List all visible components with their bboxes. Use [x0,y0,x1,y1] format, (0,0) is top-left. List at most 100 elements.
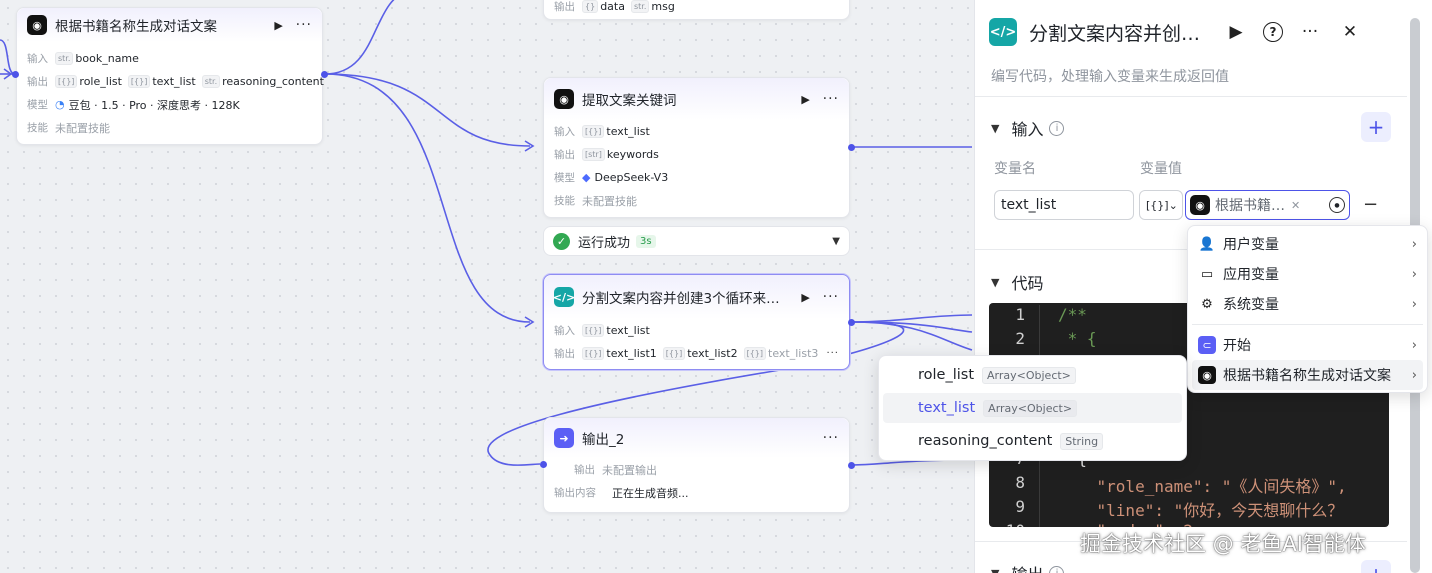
option-name: text_list [918,400,976,416]
folder-icon: ▭ [1200,266,1214,282]
clear-icon[interactable]: ✕ [1291,199,1300,212]
skill-label: 技能 [554,195,575,207]
input-tag: [{}] text_list [582,324,650,337]
code-icon: </> [989,18,1017,46]
option-name: role_list [918,367,975,383]
node-title: 分割文案内容并创建3个循环来… [582,291,780,307]
variable-option[interactable]: text_list Array<Object> [883,393,1182,423]
output-tag: [{}] role_list [55,75,122,88]
var-type-select[interactable]: [{}] ⌄ [1139,190,1183,220]
output-value: 未配置输出 [602,463,657,477]
menu-item-label: 用户变量 [1223,237,1279,253]
code-line: 9 "line": "你好，今天想聊什么？ [989,497,1389,521]
variable-source-menu: 👤 用户变量 › ▭ 应用变量 › ⚙ 系统变量 › ⊂ 开始 › ◉ 根据书籍名称生成对话文案 › [1187,225,1428,393]
node-split-text[interactable]: </> 分割文案内容并创建3个循环来… ▶ ··· 输入 [{}] text_lis… [543,274,850,370]
model-label: 模型 [27,99,48,111]
menu-item[interactable]: ▭ 应用变量 › [1192,259,1423,289]
info-icon: i [1049,565,1065,573]
more-icon[interactable]: ··· [296,17,312,33]
llm-icon: ◉ [1190,195,1210,215]
code-line: 8 "role_name": "《人间失格》", [989,473,1389,497]
llm-icon: ◉ [27,15,47,35]
more-icon[interactable]: ··· [823,430,839,446]
run-status-bar[interactable]: ✓ 运行成功 3s ▼ [543,226,850,256]
output-tag: [str] keywords [582,148,659,161]
code-line: 10 "order": 2 [989,521,1389,527]
add-output-button[interactable]: + [1361,560,1391,573]
node-title: 输出_2 [582,432,625,448]
node-output-2[interactable]: ➜ 输出_2 ··· 输出 未配置输出 输出内容 正在生成音频... [543,417,850,513]
menu-item[interactable]: 👤 用户变量 › [1192,229,1423,259]
line-number: 8 [1015,473,1025,492]
menu-item-label: 应用变量 [1223,267,1279,283]
menu-item-label: 系统变量 [1223,297,1279,313]
output-section-header[interactable]: ▼输出i [991,561,1065,573]
input-port[interactable] [12,71,19,78]
menu-item-label: 开始 [1223,338,1251,354]
output-port[interactable] [848,319,855,326]
menu-item[interactable]: ⊂ 开始 › [1192,330,1423,360]
code-icon: </> [553,287,575,307]
node-partial-top[interactable]: 输出 {} data str. msg [543,0,850,20]
input-port[interactable] [540,461,547,468]
play-icon[interactable]: ▶ [799,290,813,304]
chevron-down-icon: ▼ [991,121,1000,135]
model-value: 豆包 · 1.5 · Pro · 深度思考 · 128K [68,98,240,112]
more-icon[interactable]: ··· [823,91,839,107]
panel-header: </> 分割文案内容并创… ▶ ? ··· ✕ [989,16,1412,48]
chevron-right-icon: › [1411,296,1417,312]
info-icon: i [1049,120,1065,136]
var-value-reference[interactable]: ◉ 根据书籍… ✕ ● [1185,190,1350,220]
more-icon[interactable]: ··· [1297,19,1323,45]
deepseek-icon: ◆ [582,171,591,184]
status-text: 运行成功 [578,235,631,251]
more-icon[interactable]: ··· [823,289,839,305]
play-icon[interactable]: ▶ [1223,19,1249,45]
output-port[interactable] [848,462,855,469]
output-label: 输出 [554,149,575,161]
input-section-header[interactable]: ▼ 输入 i [991,116,1065,140]
play-icon[interactable]: ▶ [799,92,813,106]
chevron-down-icon[interactable]: ▼ [832,236,840,247]
chevron-down-icon: ⌄ [1168,198,1178,212]
output-tag: [{}] text_list3 [743,347,818,360]
option-type: String [1060,432,1104,450]
help-icon[interactable]: ? [1263,22,1283,42]
panel-title[interactable]: 分割文案内容并创… [1029,19,1209,46]
check-icon: ✓ [553,232,570,250]
variable-option[interactable]: reasoning_content String [883,426,1182,456]
output-port[interactable] [321,71,328,78]
menu-item[interactable]: ⚙ 系统变量 › [1192,289,1423,319]
menu-item[interactable]: ◉ 根据书籍名称生成对话文案 › [1192,360,1423,390]
add-input-button[interactable]: + [1361,112,1391,142]
play-icon[interactable]: ▶ [272,18,286,32]
code-section-header[interactable]: ▼ 代码 [991,270,1043,294]
input-label: 输入 [27,53,48,65]
input-label: 输入 [554,325,575,337]
chevron-down-icon: ▼ [991,566,1000,573]
remove-var-button[interactable]: − [1363,194,1378,215]
node-extract-keywords[interactable]: ◉ 提取文案关键词 ▶ ··· 输入 [{}] text_list 输出 [str] k… [543,77,850,218]
output-tag: str. reasoning_content [201,75,324,88]
col-var-name: 变量名 [994,161,1036,177]
start-icon: ⊂ [1198,336,1216,354]
more-outputs-icon[interactable]: ··· [826,348,839,359]
code-text: "role_name": "《人间失格》", [1039,473,1347,497]
output-icon: ➜ [554,428,574,448]
skill-label: 技能 [27,122,48,134]
close-icon[interactable]: ✕ [1337,19,1363,45]
content-label: 输出内容 [554,487,596,499]
target-icon[interactable]: ● [1329,197,1345,213]
var-name-input[interactable]: text_list [994,190,1134,220]
option-name: reasoning_content [918,433,1053,449]
variable-option[interactable]: role_list Array<Object> [883,360,1182,390]
input-tag: [{}] text_list [582,125,650,138]
option-type: Array<Object> [983,399,1078,417]
output-port[interactable] [848,144,855,151]
chevron-right-icon: › [1411,266,1417,282]
output-tag: {} data [582,0,625,13]
output-tag: [{}] text_list [127,75,196,88]
user-icon: 👤 [1198,236,1216,252]
node-generate-dialogue[interactable]: ◉ 根据书籍名称生成对话文案 ▶ ··· 输入 str. book_name 输出 … [16,7,324,145]
input-label: 输入 [554,126,575,138]
